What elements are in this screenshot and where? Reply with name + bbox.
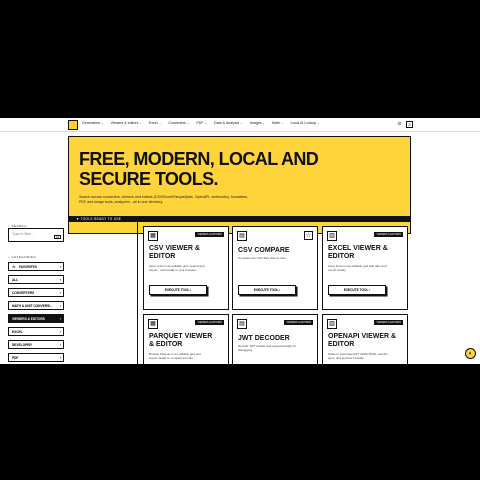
card-title: EXCEL VIEWER & EDITOR <box>328 245 388 260</box>
tool-card-csv-compare[interactable]: ▤ ☆ CSV COMPARE Compare two CSV files si… <box>232 226 318 310</box>
category-badge: VIEWERS & EDITORS <box>195 320 224 325</box>
chevron-down-icon: ⌄ <box>204 121 208 125</box>
chevron-right-icon: › <box>59 264 61 269</box>
card-description: Compare two CSV files side by side. <box>238 256 287 260</box>
search-input[interactable]: Type to filter... Go <box>8 228 64 242</box>
search-icon[interactable]: ⌕ <box>406 121 413 128</box>
category-math[interactable]: MATH & UNIT CONVERSI... › <box>8 301 64 310</box>
nav-item-data-analysis[interactable]: Data & Analysis⌄ <box>214 121 243 125</box>
table-icon: ▤ <box>237 231 247 241</box>
card-title: PARQUET VIEWER & EDITOR <box>149 333 213 348</box>
category-badge: VIEWERS & EDITORS <box>374 232 403 237</box>
chevron-down-icon: ⌄ <box>281 121 284 125</box>
tool-card-csv-viewer[interactable]: ▦ VIEWERS & EDITORS CSV VIEWER & EDITOR … <box>143 226 229 310</box>
category-pdf[interactable]: PDF › <box>8 353 64 362</box>
category-badge: VIEWERS & EDITORS <box>284 320 313 325</box>
card-description: Decode JWT header and payload locally fo… <box>238 344 297 352</box>
category-badge: VIEWERS & EDITORS <box>374 320 403 325</box>
github-icon[interactable]: ⊙ <box>396 121 403 128</box>
card-description: Open Excel in an editable grid with tabs… <box>328 264 387 272</box>
search-go-button[interactable]: Go <box>54 235 61 239</box>
nav-item-math[interactable]: Math⌄ <box>272 121 284 125</box>
chevron-right-icon: › <box>59 316 61 321</box>
chevron-right-icon: › <box>59 277 61 282</box>
nav-item-local-ai[interactable]: Local AI Lookup⌄ <box>291 121 320 125</box>
card-title: CSV COMPARE <box>238 247 290 254</box>
hero-subtitle: Search across converters, viewers and ed… <box>79 195 248 204</box>
category-developer[interactable]: DEVELOPER › <box>8 340 64 349</box>
chevron-right-icon: › <box>59 303 61 308</box>
chat-icon[interactable]: ◐ <box>465 348 476 359</box>
app-screen: ⚡ Generators⌄ Viewers & editors⌄ Excel⌄ … <box>0 118 480 364</box>
star-icon[interactable]: ☆ <box>304 231 313 240</box>
card-description: Paste or load OpenAPI YAML/JSON, edit th… <box>328 352 388 360</box>
chevron-right-icon: › <box>59 342 61 347</box>
categories-label: ⌕ CATEGORIES <box>8 255 36 259</box>
tool-card-parquet-viewer[interactable]: ▦ VIEWERS & EDITORS PARQUET VIEWER & EDI… <box>143 314 229 364</box>
tool-card-jwt-decoder[interactable]: ▤ VIEWERS & EDITORS JWT DECODER Decode J… <box>232 314 318 364</box>
key-icon: ▤ <box>237 319 247 329</box>
tool-card-excel-viewer[interactable]: ▥ VIEWERS & EDITORS EXCEL VIEWER & EDITO… <box>322 226 408 310</box>
star-icon: ☆ <box>12 264 16 269</box>
document-icon: ▥ <box>327 319 337 329</box>
chevron-down-icon: ⌄ <box>158 121 162 125</box>
chevron-down-icon: ⌄ <box>317 121 320 125</box>
card-title: OPENAPI VIEWER & EDITOR <box>328 333 397 348</box>
card-title: CSV VIEWER & EDITOR <box>149 245 200 260</box>
tools-stripe-label: ▼ TOOLS READY TO USE <box>76 217 122 221</box>
main-nav: Generators⌄ Viewers & editors⌄ Excel⌄ Co… <box>82 121 320 125</box>
category-converters[interactable]: CONVERTERS › <box>8 288 64 297</box>
execute-tool-button[interactable]: EXECUTE TOOL › <box>328 285 386 295</box>
execute-tool-button[interactable]: EXECUTE TOOL › <box>238 285 296 295</box>
tool-card-openapi-viewer[interactable]: ▥ VIEWERS & EDITORS OPENAPI VIEWER & EDI… <box>322 314 408 364</box>
search-placeholder: Type to filter... <box>12 232 34 236</box>
chevron-down-icon: ⌄ <box>139 121 142 125</box>
chevron-right-icon: › <box>59 329 61 334</box>
nav-item-images[interactable]: Images⌄ <box>250 121 265 125</box>
chevron-down-icon: ⌄ <box>262 121 266 125</box>
category-favorites[interactable]: ☆ FAVORITES › <box>8 262 64 271</box>
category-viewers-editors[interactable]: VIEWERS & EDITORS › <box>8 314 64 323</box>
hero-title: FREE, MODERN, LOCAL AND SECURE TOOLS. <box>79 149 319 189</box>
chevron-right-icon: › <box>59 290 61 295</box>
top-nav-bar: ⚡ Generators⌄ Viewers & editors⌄ Excel⌄ … <box>0 118 480 132</box>
nav-item-viewers-editors[interactable]: Viewers & editors⌄ <box>111 121 142 125</box>
nav-item-converters[interactable]: Converters⌄ <box>168 121 189 125</box>
category-excel[interactable]: EXCEL › <box>8 327 64 336</box>
card-title: JWT DECODER <box>238 335 290 342</box>
chevron-down-icon: ⌄ <box>186 121 190 125</box>
chevron-right-icon: › <box>59 355 61 360</box>
logo-icon[interactable]: ⚡ <box>68 120 78 130</box>
sidebar <box>68 222 138 364</box>
chevron-down-icon: ⌄ <box>100 121 104 125</box>
spreadsheet-icon: ▥ <box>327 231 337 241</box>
chevron-down-icon: ⌄ <box>240 121 243 125</box>
top-icons: ⊙ ⌕ <box>396 121 413 128</box>
card-description: Open CSV in an editable grid, search and… <box>149 264 205 272</box>
execute-tool-button[interactable]: EXECUTE TOOL › <box>149 285 207 295</box>
table-icon: ▦ <box>148 319 158 329</box>
nav-item-generators[interactable]: Generators⌄ <box>82 121 104 125</box>
table-icon: ▦ <box>148 231 158 241</box>
card-description: Browse Parquet in an editable grid and e… <box>149 352 201 360</box>
nav-item-excel[interactable]: Excel⌄ <box>149 121 161 125</box>
category-all[interactable]: ALL › <box>8 275 64 284</box>
nav-item-pdf[interactable]: PDF⌄ <box>196 121 207 125</box>
category-badge: VIEWERS & EDITORS <box>195 232 224 237</box>
